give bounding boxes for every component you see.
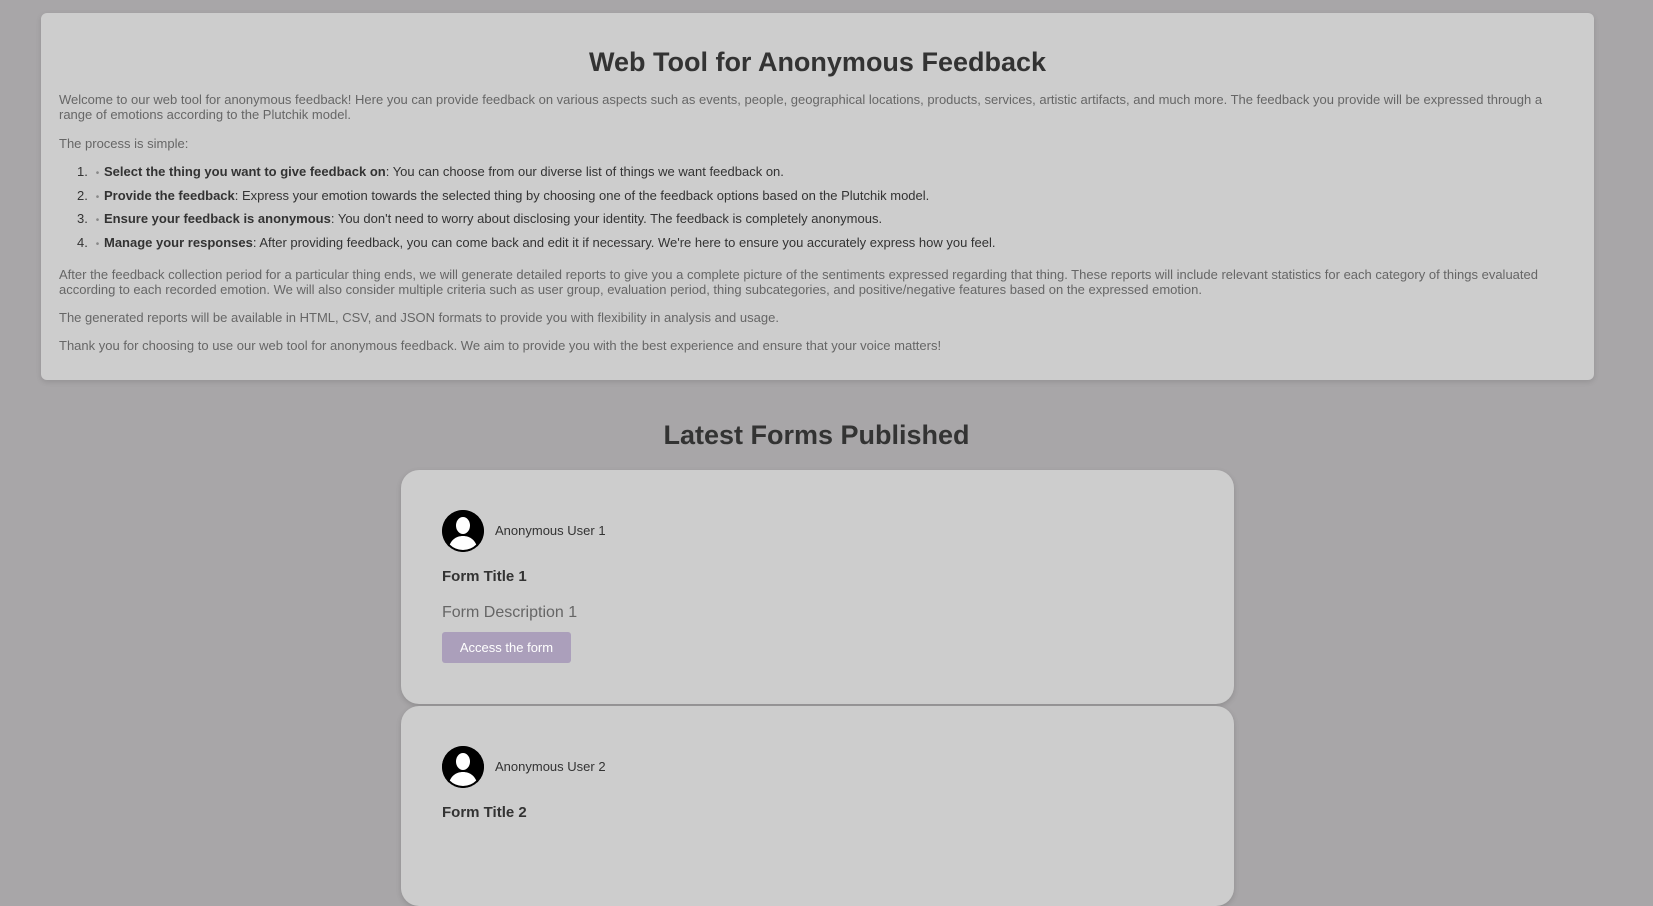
form-card: Anonymous User 1 Form Title 1 Form Descr…	[401, 470, 1234, 704]
step-description: : After providing feedback, you can come…	[252, 234, 996, 250]
reports-paragraph: After the feedback collection period for…	[59, 266, 1538, 297]
author-name: Anonymous User 2	[495, 759, 606, 774]
process-step: 4. • Manage your responses: After provid…	[77, 235, 1576, 250]
step-text: Provide the feedback: Express your emoti…	[104, 188, 929, 203]
form-description: Form Description 1	[442, 604, 578, 621]
step-text: Ensure your feedback is anonymous: You d…	[104, 211, 882, 226]
step-text: Select the thing you want to give feedba…	[104, 164, 784, 179]
form-card: Anonymous User 2 Form Title 2	[401, 706, 1234, 906]
step-number: 4.	[77, 234, 88, 250]
page-title: Web Tool for Anonymous Feedback	[588, 47, 1047, 77]
thanks-paragraph: Thank you for choosing to use our web to…	[59, 337, 942, 353]
step-number: 1.	[77, 164, 88, 179]
step-description: : You don't need to worry about disclosi…	[330, 211, 883, 226]
latest-forms-heading: Latest Forms Published	[663, 420, 970, 450]
access-form-button[interactable]: Access the form	[442, 632, 571, 663]
form-title: Form Title 2	[442, 804, 527, 821]
process-intro: The process is simple:	[59, 136, 189, 151]
step-text: Manage your responses: After providing f…	[104, 235, 996, 250]
author-name: Anonymous User 1	[495, 523, 606, 538]
step-number: 3.	[77, 211, 88, 226]
bullet-dot-icon: •	[95, 215, 100, 226]
step-heading: Ensure your feedback is anonymous	[104, 211, 331, 226]
process-step: 1. • Select the thing you want to give f…	[77, 164, 1576, 179]
step-heading: Provide the feedback	[104, 187, 235, 203]
formats-paragraph: The generated reports will be available …	[59, 309, 779, 325]
step-heading: Manage your responses	[104, 234, 253, 250]
intro-card: Web Tool for Anonymous Feedback Welcome …	[41, 13, 1594, 380]
step-heading: Select the thing you want to give feedba…	[104, 164, 386, 179]
form-title: Form Title 1	[442, 568, 527, 585]
welcome-paragraph: Welcome to our web tool for anonymous fe…	[59, 92, 1543, 122]
step-description: : You can choose from our diverse list o…	[385, 164, 784, 179]
process-steps-list: 1. • Select the thing you want to give f…	[59, 164, 1576, 250]
user-silhouette-icon	[442, 746, 484, 788]
user-silhouette-icon	[442, 510, 484, 552]
bullet-dot-icon: •	[95, 191, 100, 203]
process-step: 3. • Ensure your feedback is anonymous: …	[77, 211, 1576, 226]
step-number: 2.	[77, 187, 88, 203]
bullet-dot-icon: •	[95, 238, 100, 250]
process-step: 2. • Provide the feedback: Express your …	[77, 188, 1576, 203]
step-description: : Express your emotion towards the selec…	[234, 187, 930, 203]
bullet-dot-icon: •	[95, 168, 100, 179]
